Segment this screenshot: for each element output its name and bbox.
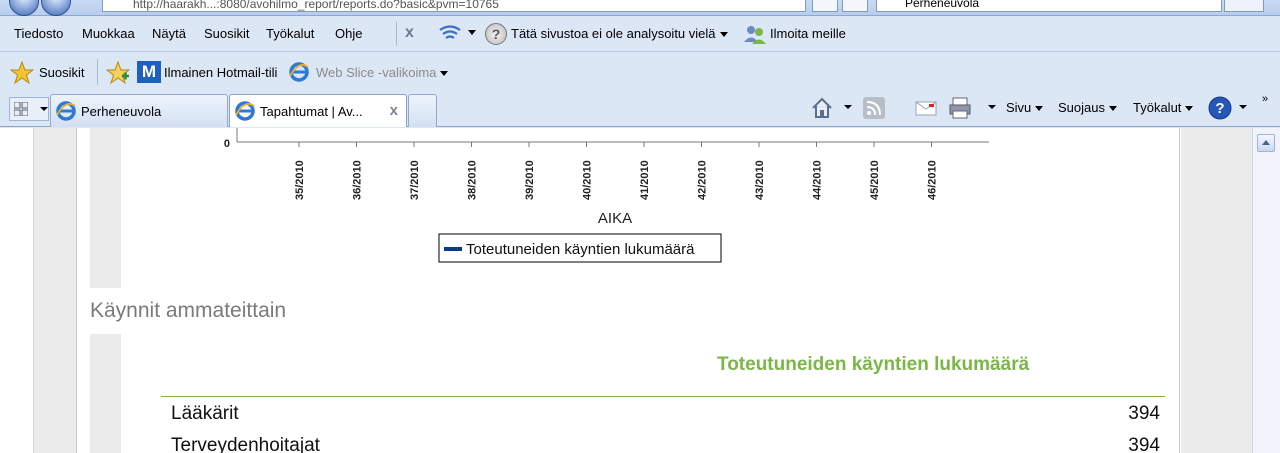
home-icon[interactable] bbox=[810, 96, 834, 120]
ie-icon bbox=[289, 62, 309, 82]
menu-help[interactable]: Ohje bbox=[335, 26, 362, 41]
forward-button[interactable] bbox=[41, 0, 71, 16]
header-rule bbox=[161, 396, 1165, 397]
x-tick-label: 40/2010 bbox=[582, 160, 594, 200]
report-page: 0 35/2010 36/2010 37/2010 38/2010 39/2010 40/… bbox=[76, 128, 1180, 453]
report-link[interactable]: Ilmoita meille bbox=[770, 26, 846, 41]
table-row: Terveydenhoitajat 394 bbox=[161, 433, 1161, 453]
web-slice-gallery[interactable]: Web Slice -valikoima bbox=[316, 65, 449, 80]
row-value: 394 bbox=[1128, 403, 1160, 424]
tab-label: Perheneuvola bbox=[81, 104, 162, 119]
x-tick-label: 44/2010 bbox=[812, 160, 824, 200]
page-background-right bbox=[1181, 128, 1252, 453]
menu-edit[interactable]: Muokkaa bbox=[82, 26, 135, 41]
menu-file[interactable]: Tiedosto bbox=[14, 26, 63, 41]
tab-tapahtumat[interactable]: Tapahtumat | Av... x bbox=[229, 94, 407, 127]
hotmail-link[interactable]: Ilmainen Hotmail-tili bbox=[164, 65, 277, 80]
x-tick-label: 46/2010 bbox=[927, 160, 939, 200]
tab-perheneuvola[interactable]: Perheneuvola bbox=[50, 94, 228, 127]
quick-tabs-button[interactable] bbox=[9, 97, 49, 121]
row-value: 394 bbox=[1128, 435, 1160, 453]
favorites-separator bbox=[97, 59, 98, 85]
close-tab-icon[interactable]: x bbox=[390, 102, 398, 119]
favorites-button[interactable]: Suosikit bbox=[39, 65, 85, 80]
hotmail-icon: M bbox=[137, 61, 161, 83]
row-label: Lääkärit bbox=[171, 403, 239, 424]
mail-icon[interactable] bbox=[914, 96, 938, 120]
x-tick-label: 36/2010 bbox=[352, 160, 364, 200]
star-icon bbox=[10, 61, 34, 85]
legend-label: Toteutuneiden käyntien lukumäärä bbox=[466, 241, 695, 258]
close-toolbar-icon[interactable]: x bbox=[405, 24, 414, 42]
analysis-signal-icon[interactable] bbox=[438, 24, 462, 44]
x-tick-label: 37/2010 bbox=[409, 160, 421, 200]
menu-favorites[interactable]: Suosikit bbox=[204, 26, 250, 41]
page-background-left bbox=[34, 128, 76, 453]
x-tick-label: 43/2010 bbox=[754, 160, 766, 200]
question-icon: ? bbox=[485, 23, 507, 45]
visits-line-chart: 0 35/2010 36/2010 37/2010 38/2010 39/2010 40/… bbox=[224, 128, 989, 263]
new-tab-button[interactable] bbox=[408, 94, 437, 127]
print-dropdown-icon[interactable] bbox=[988, 105, 996, 109]
x-tick-label: 38/2010 bbox=[467, 160, 479, 200]
analysis-dropdown-icon[interactable] bbox=[468, 30, 476, 35]
chevron-more-icon[interactable]: » bbox=[1262, 93, 1268, 105]
search-button[interactable] bbox=[1224, 0, 1264, 12]
help-icon[interactable]: ? bbox=[1208, 96, 1232, 120]
table-side-panel bbox=[90, 334, 121, 453]
rss-feed-icon[interactable] bbox=[862, 96, 886, 120]
tab-bar: Perheneuvola Tapahtumat | Av... x Sivu S… bbox=[0, 91, 1280, 127]
refresh-button[interactable] bbox=[812, 0, 838, 12]
chart-legend: Toteutuneiden käyntien lukumäärä bbox=[438, 233, 722, 263]
ie-icon bbox=[235, 101, 255, 121]
report-people-icon bbox=[744, 26, 766, 44]
x-tick-label: 45/2010 bbox=[869, 160, 881, 200]
home-dropdown-icon[interactable] bbox=[844, 105, 852, 109]
stop-button[interactable] bbox=[842, 0, 868, 12]
tools-menu[interactable]: Työkalut bbox=[1133, 100, 1194, 115]
column-header: Toteutuneiden käyntien lukumäärä bbox=[717, 354, 1030, 375]
search-input[interactable]: Perheneuvola bbox=[876, 0, 1222, 12]
window-left-margin bbox=[0, 128, 34, 453]
menu-view[interactable]: Näytä bbox=[152, 26, 186, 41]
page-menu[interactable]: Sivu bbox=[1006, 100, 1044, 115]
row-label: Terveydenhoitajat bbox=[171, 435, 320, 453]
vertical-scrollbar[interactable] bbox=[1252, 128, 1280, 453]
analysis-status-text[interactable]: Tätä sivustoa ei ole analysoitu vielä bbox=[511, 26, 728, 41]
quick-tabs-grid-icon bbox=[14, 102, 28, 116]
table-row: Lääkärit 394 bbox=[161, 401, 1161, 427]
print-icon[interactable] bbox=[948, 96, 972, 120]
menu-tools[interactable]: Työkalut bbox=[266, 26, 314, 41]
add-favorite-icon[interactable] bbox=[106, 61, 130, 85]
address-strip: http://haarakh...:8080/avohilmo_report/r… bbox=[0, 0, 1280, 16]
section-title: Käynnit ammateittain bbox=[90, 299, 287, 322]
menu-bar: Tiedosto Muokkaa Näytä Suosikit Työkalut… bbox=[0, 16, 1280, 52]
address-input[interactable]: http://haarakh...:8080/avohilmo_report/r… bbox=[102, 0, 806, 12]
menu-separator bbox=[396, 22, 397, 46]
favorites-bar: Suosikit M Ilmainen Hotmail-tili Web Sli… bbox=[0, 53, 1280, 91]
x-axis-title: AIKA bbox=[598, 210, 632, 227]
x-tick-label: 41/2010 bbox=[639, 160, 651, 200]
y-tick-label: 0 bbox=[224, 138, 230, 150]
ie-icon bbox=[56, 101, 76, 121]
scroll-up-button[interactable] bbox=[1257, 134, 1275, 152]
page-viewport: 0 35/2010 36/2010 37/2010 38/2010 39/2010 40/… bbox=[0, 128, 1280, 453]
x-tick-label: 39/2010 bbox=[524, 160, 536, 200]
tab-label: Tapahtumat | Av... bbox=[260, 104, 363, 119]
back-button[interactable] bbox=[9, 0, 39, 16]
help-dropdown-icon[interactable] bbox=[1239, 105, 1247, 109]
svg-text:?: ? bbox=[1215, 100, 1224, 117]
safety-menu[interactable]: Suojaus bbox=[1058, 100, 1117, 115]
x-tick-label: 42/2010 bbox=[697, 160, 709, 200]
x-tick-label: 35/2010 bbox=[294, 160, 306, 200]
